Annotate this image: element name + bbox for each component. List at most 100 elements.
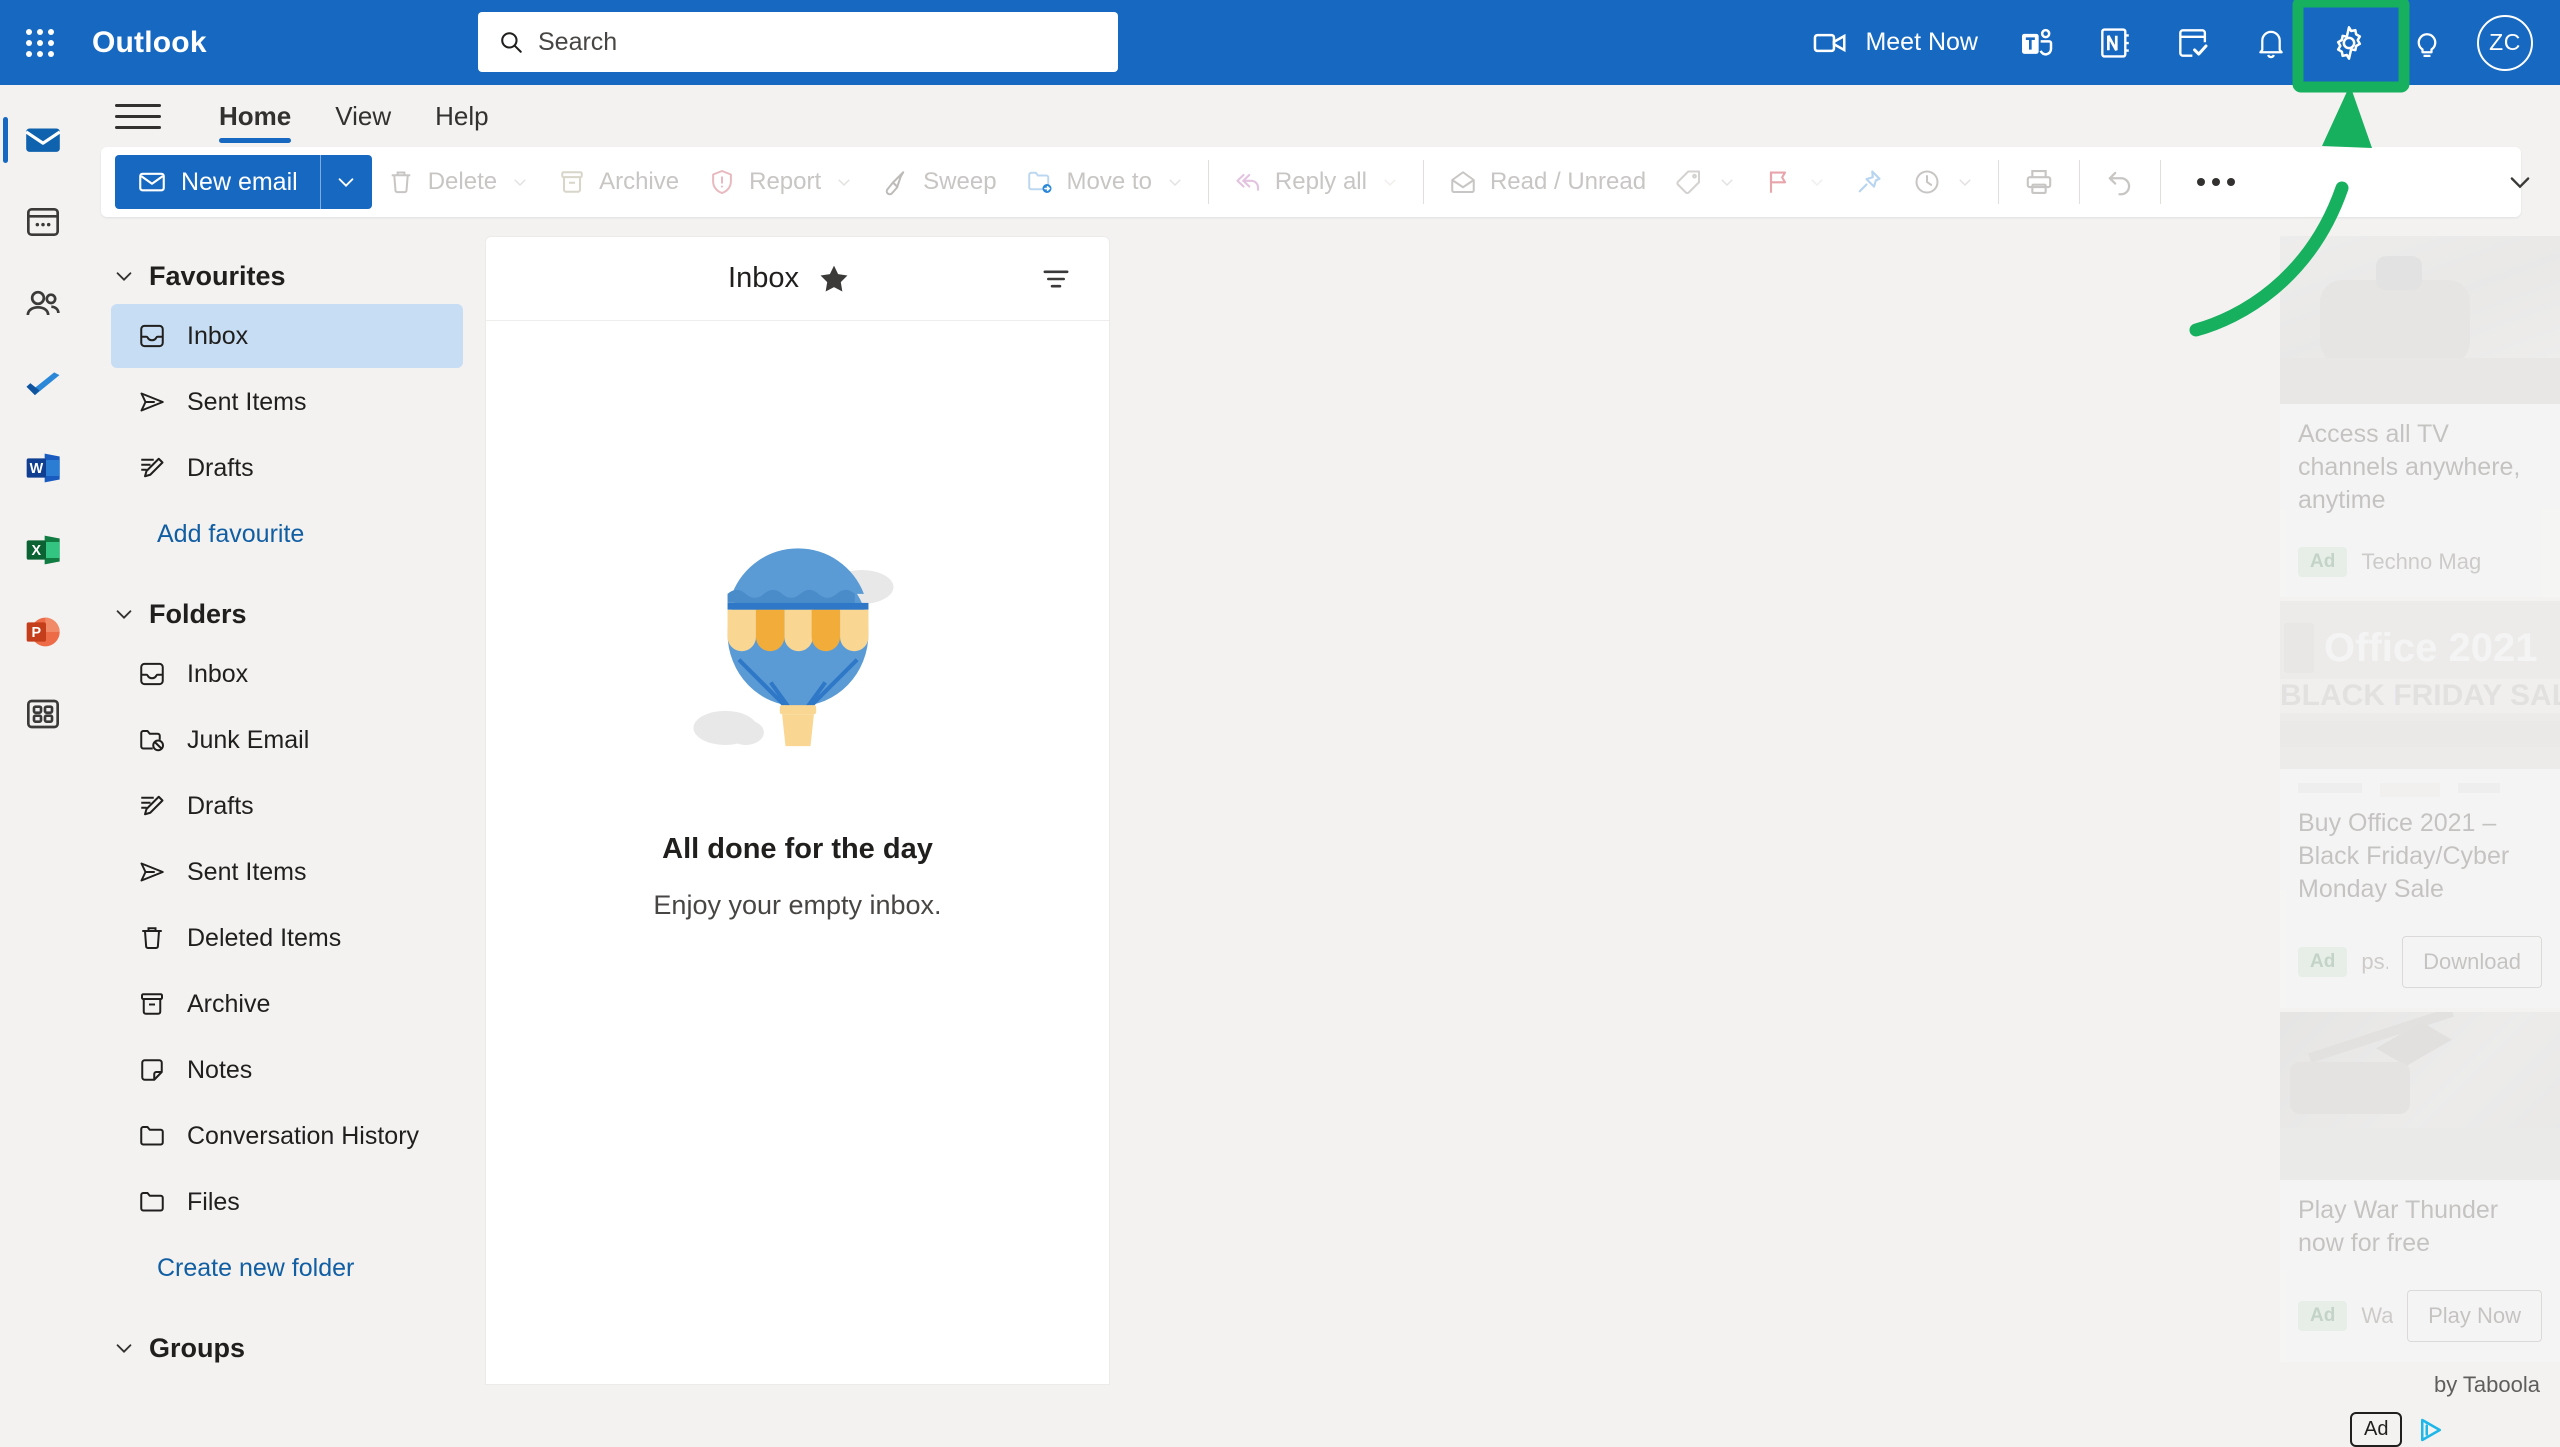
sweep-button[interactable]: Sweep: [867, 152, 1010, 212]
ad-badge: Ad: [2298, 1301, 2347, 1331]
sidebar-item-favourite-sent-items[interactable]: Sent Items: [111, 370, 463, 434]
reply-all-button[interactable]: Reply all: [1219, 152, 1413, 212]
svg-text:P: P: [31, 625, 41, 641]
archive-icon: [137, 989, 167, 1019]
tab-view[interactable]: View: [313, 85, 413, 147]
ribbon-tabs: Home View Help: [85, 85, 2560, 147]
top-bar-actions: Meet Now: [1791, 0, 2544, 85]
undo-button[interactable]: [2090, 152, 2150, 212]
ad-card[interactable]: Office 2021 BLACK FRIDAY SALE Buy Office…: [2280, 601, 2560, 1008]
rail-item-powerpoint[interactable]: P: [0, 591, 85, 673]
adchoices-row: Ad: [2280, 1398, 2560, 1447]
ad-cta-button[interactable]: Download: [2402, 936, 2542, 988]
filter-icon: [1040, 263, 1072, 295]
groups-section-header[interactable]: Groups: [85, 1322, 485, 1374]
new-email-dropdown[interactable]: [320, 155, 372, 209]
create-new-folder-link[interactable]: Create new folder: [85, 1236, 485, 1300]
flag-button[interactable]: [1750, 152, 1840, 212]
account-avatar-button[interactable]: ZC: [2466, 0, 2544, 85]
folders-section-header[interactable]: Folders: [85, 588, 485, 640]
rail-item-word[interactable]: W: [0, 427, 85, 509]
more-options-button[interactable]: [2171, 178, 2261, 186]
note-icon: [137, 1055, 167, 1085]
ad-cta-button[interactable]: Play Now: [2407, 1290, 2542, 1342]
tab-home[interactable]: Home: [197, 85, 313, 147]
meet-now-button[interactable]: Meet Now: [1791, 0, 1998, 85]
tab-home-label: Home: [219, 101, 291, 132]
tab-help[interactable]: Help: [413, 85, 510, 147]
collapse-ribbon-button[interactable]: [2490, 147, 2550, 217]
ad-badge: Ad: [2298, 547, 2347, 577]
move-to-button[interactable]: Move to: [1011, 152, 1198, 212]
settings-button[interactable]: [2310, 0, 2388, 85]
notifications-button[interactable]: [2232, 0, 2310, 85]
rail-item-calendar[interactable]: [0, 181, 85, 263]
sidebar-item-sent-items[interactable]: Sent Items: [111, 840, 463, 904]
onenote-icon: [2096, 24, 2134, 62]
onenote-button[interactable]: [2076, 0, 2154, 85]
message-list-header: Inbox: [486, 237, 1109, 321]
ad-title: Play War Thunder now for free: [2298, 1194, 2542, 1260]
ribbon-divider: [1998, 160, 1999, 204]
sidebar-label: Junk Email: [187, 726, 309, 755]
ad-card[interactable]: Access all TV channels anywhere, anytime…: [2280, 236, 2560, 597]
new-email-button[interactable]: New email: [115, 155, 372, 209]
favourites-section-header[interactable]: Favourites: [85, 250, 485, 302]
adchoices-icon[interactable]: [2416, 1415, 2446, 1445]
ad-footer: Ad War Thu... Play Now: [2280, 1272, 2560, 1362]
sidebar-item-inbox[interactable]: Inbox: [111, 642, 463, 706]
app-brand-title: Outlook: [92, 26, 207, 60]
ad-title: Access all TV channels anywhere, anytime: [2298, 418, 2542, 517]
filter-button[interactable]: [1033, 256, 1079, 302]
ad-label-badge: Ad: [2350, 1412, 2402, 1447]
search-box[interactable]: [478, 12, 1118, 72]
app-launcher-icon[interactable]: [18, 21, 62, 65]
pin-icon: [1854, 167, 1884, 197]
teams-button[interactable]: [1998, 0, 2076, 85]
star-filled-icon[interactable]: [817, 262, 851, 296]
pin-button[interactable]: [1840, 152, 1898, 212]
page-title: Inbox: [728, 262, 799, 295]
app-rail: W X P: [0, 85, 85, 1385]
rail-item-people[interactable]: [0, 263, 85, 345]
archive-button[interactable]: Archive: [543, 152, 693, 212]
sidebar-item-conversation-history[interactable]: Conversation History: [111, 1104, 463, 1168]
calendar-icon: [23, 202, 63, 242]
search-input[interactable]: [538, 28, 1098, 57]
ad-footer: Ad Techno Mag: [2280, 529, 2560, 597]
snooze-button[interactable]: [1898, 152, 1988, 212]
rail-item-more-apps[interactable]: [0, 673, 85, 755]
tips-button[interactable]: [2388, 0, 2466, 85]
sidebar-item-deleted-items[interactable]: Deleted Items: [111, 906, 463, 970]
delete-label: Delete: [428, 168, 497, 196]
read-unread-button[interactable]: Read / Unread: [1434, 152, 1660, 212]
tag-button[interactable]: [1660, 152, 1750, 212]
rail-item-todo[interactable]: [0, 345, 85, 427]
ad-attribution[interactable]: by Taboola: [2280, 1362, 2560, 1398]
todo-button[interactable]: [2154, 0, 2232, 85]
rail-item-mail[interactable]: [0, 99, 85, 181]
send-icon: [137, 857, 167, 887]
delete-button[interactable]: Delete: [372, 152, 543, 212]
rail-item-excel[interactable]: X: [0, 509, 85, 591]
ad-body: Play War Thunder now for free: [2280, 1180, 2560, 1272]
ad-badge: Ad: [2298, 947, 2347, 977]
sidebar-label: Files: [187, 1188, 240, 1217]
sidebar-item-favourite-drafts[interactable]: Drafts: [111, 436, 463, 500]
sidebar-item-drafts[interactable]: Drafts: [111, 774, 463, 838]
sidebar-item-junk-email[interactable]: Junk Email: [111, 708, 463, 772]
meet-now-label: Meet Now: [1865, 28, 1978, 57]
add-favourite-link[interactable]: Add favourite: [85, 502, 485, 566]
print-button[interactable]: [2009, 152, 2069, 212]
folder-icon: [137, 1121, 167, 1151]
open-envelope-icon: [1448, 167, 1478, 197]
sidebar-item-notes[interactable]: Notes: [111, 1038, 463, 1102]
sidebar-item-archive[interactable]: Archive: [111, 972, 463, 1036]
hamburger-icon[interactable]: [115, 96, 161, 136]
draft-pencil-icon: [137, 791, 167, 821]
ad-card[interactable]: Play War Thunder now for free Ad War Thu…: [2280, 1012, 2560, 1362]
sidebar-item-favourite-inbox[interactable]: Inbox: [111, 304, 463, 368]
report-button[interactable]: Report: [693, 152, 867, 212]
draft-pencil-icon: [137, 453, 167, 483]
sidebar-item-files[interactable]: Files: [111, 1170, 463, 1234]
